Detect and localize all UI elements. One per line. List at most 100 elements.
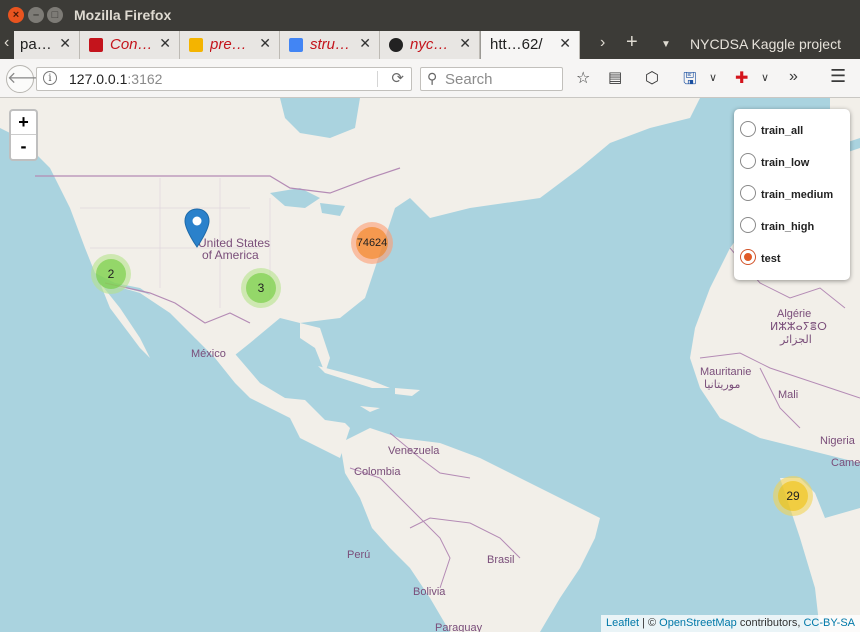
tab-active[interactable]: htt…62/ ✕ bbox=[480, 31, 580, 59]
attribution-contributors: contributors, bbox=[736, 617, 804, 629]
save-icon[interactable]: 🖫 bbox=[683, 68, 697, 95]
map-label-mali: Mali bbox=[778, 389, 799, 401]
github-icon bbox=[389, 38, 403, 52]
layer-label: train_low bbox=[761, 157, 810, 169]
window-title: Mozilla Firefox bbox=[74, 7, 172, 23]
leaflet-map[interactable]: United States of America México Venezuel… bbox=[0, 98, 860, 632]
tab-label: Con… bbox=[110, 36, 153, 53]
search-placeholder: Search bbox=[445, 71, 493, 88]
save-dropdown-icon[interactable]: ∨ bbox=[709, 71, 717, 84]
layer-label: train_all bbox=[761, 125, 804, 137]
zoom-control: + - bbox=[9, 109, 38, 161]
map-label-brasil: Brasil bbox=[487, 554, 515, 566]
map-label-mexico: México bbox=[191, 348, 226, 360]
bookmarks-list-icon[interactable]: ▤ bbox=[608, 68, 622, 86]
new-tab-button[interactable]: + bbox=[626, 31, 638, 54]
map-label-nigeria: Nigeria bbox=[820, 435, 855, 447]
tab-1[interactable]: pa… ✕ bbox=[14, 31, 80, 59]
marker-cluster[interactable]: 3 bbox=[241, 268, 281, 308]
layer-control: train_all train_low train_medium train_h… bbox=[734, 109, 850, 280]
license-link[interactable]: CC-BY-SA bbox=[803, 617, 855, 629]
tab-label: stru… bbox=[310, 36, 351, 53]
map-label-peru: Perú bbox=[347, 549, 371, 561]
tab-close-icon[interactable]: ✕ bbox=[559, 35, 571, 52]
overflow-menu-icon[interactable]: » bbox=[789, 68, 798, 86]
tab-3[interactable]: pre… ✕ bbox=[180, 31, 280, 59]
tab-5[interactable]: nyc… ✕ bbox=[380, 31, 480, 59]
tab-favicon-icon bbox=[289, 38, 303, 52]
cluster-count: 29 bbox=[778, 481, 808, 511]
cluster-count: 2 bbox=[96, 259, 126, 289]
search-input[interactable]: ⚲ Search bbox=[420, 67, 563, 91]
map-label-paraguay: Paraguay bbox=[435, 622, 483, 632]
window-project-title: NYCDSA Kaggle project bbox=[690, 36, 841, 52]
marker-cluster[interactable]: 74624 bbox=[351, 222, 393, 264]
reload-button[interactable]: ⟳ bbox=[391, 69, 404, 87]
map-label-bolivia: Bolivia bbox=[413, 586, 446, 598]
layer-radio-selected[interactable] bbox=[740, 249, 756, 265]
tab-label: pa… bbox=[20, 36, 52, 53]
cluster-count: 3 bbox=[246, 273, 276, 303]
site-info-icon[interactable]: i bbox=[43, 71, 57, 85]
tab-close-icon[interactable]: ✕ bbox=[259, 35, 271, 52]
layer-label: train_medium bbox=[761, 189, 834, 201]
search-icon: ⚲ bbox=[427, 70, 438, 86]
tab-2[interactable]: Con… ✕ bbox=[80, 31, 180, 59]
layer-radio[interactable] bbox=[740, 121, 756, 137]
navigation-toolbar: 🡐 i 127.0.0.1:3162 ⟳ ⚲ Search ☆ ▤ ⬡ 🖫 ∨ … bbox=[0, 59, 860, 98]
cluster-count: 74624 bbox=[356, 227, 388, 259]
tab-close-icon[interactable]: ✕ bbox=[459, 35, 471, 52]
tab-scroll-left-icon[interactable]: ‹ bbox=[4, 34, 9, 52]
map-label-venezuela: Venezuela bbox=[388, 445, 440, 457]
layer-radio[interactable] bbox=[740, 217, 756, 233]
map-label-mauritanie: Mauritanie bbox=[700, 366, 752, 378]
map-label-algeria-ar: الجزائر bbox=[780, 334, 812, 346]
tab-label: nyc… bbox=[410, 36, 449, 53]
map-label-usa-2: of America bbox=[202, 248, 259, 262]
window-close-button[interactable]: × bbox=[8, 7, 24, 23]
url-bar[interactable]: i 127.0.0.1:3162 ⟳ bbox=[36, 67, 412, 91]
tab-close-icon[interactable]: ✕ bbox=[59, 35, 71, 52]
layer-label: test bbox=[761, 253, 781, 265]
tab-scroll-right-icon[interactable]: › bbox=[600, 34, 605, 52]
attribution-separator: | © bbox=[639, 617, 660, 629]
url-port: :3162 bbox=[127, 71, 163, 87]
tab-list-dropdown-icon[interactable]: ▼ bbox=[661, 39, 671, 50]
marker-cluster[interactable]: 29 bbox=[773, 476, 813, 516]
layer-radio[interactable] bbox=[740, 185, 756, 201]
window-minimize-button[interactable]: – bbox=[28, 7, 44, 23]
hamburger-menu-icon[interactable]: ☰ bbox=[830, 66, 846, 87]
map-label-algeria: Algérie bbox=[777, 308, 812, 320]
leaflet-link[interactable]: Leaflet bbox=[606, 617, 639, 629]
layer-label: train_high bbox=[761, 221, 815, 233]
map-attribution: Leaflet | © OpenStreetMap contributors, … bbox=[600, 615, 860, 632]
map-label-cameroun: Came bbox=[831, 457, 860, 469]
url-host: 127.0.0.1 bbox=[69, 71, 128, 87]
map-label-algeria-tifinagh: ⵍⵣⵣⴰⵢⴻⵔ bbox=[770, 321, 827, 333]
zoom-out-button[interactable]: - bbox=[11, 135, 36, 159]
back-button[interactable]: 🡐 bbox=[6, 65, 50, 93]
tab-close-icon[interactable]: ✕ bbox=[159, 35, 171, 52]
tab-close-icon[interactable]: ✕ bbox=[359, 35, 371, 52]
map-label-colombia: Colombia bbox=[354, 466, 401, 478]
tab-favicon-icon bbox=[89, 38, 103, 52]
url-text: 127.0.0.1:3162 bbox=[69, 71, 162, 87]
window-maximize-button[interactable]: □ bbox=[47, 7, 63, 23]
window-titlebar: × – □ Mozilla Firefox bbox=[0, 0, 860, 30]
map-tiles bbox=[0, 98, 860, 632]
osm-link[interactable]: OpenStreetMap bbox=[659, 617, 737, 629]
zoom-in-button[interactable]: + bbox=[11, 111, 36, 135]
addon-icon[interactable]: ✚ bbox=[735, 68, 748, 88]
tab-4[interactable]: stru… ✕ bbox=[280, 31, 380, 59]
layer-radio[interactable] bbox=[740, 153, 756, 169]
tab-favicon-icon bbox=[189, 38, 203, 52]
pocket-icon[interactable]: ⬡ bbox=[645, 68, 659, 88]
bookmark-star-icon[interactable]: ☆ bbox=[576, 68, 590, 88]
addon-dropdown-icon[interactable]: ∨ bbox=[761, 71, 769, 84]
marker-cluster[interactable]: 2 bbox=[91, 254, 131, 294]
map-label-mauritanie-ar: موريتانيا bbox=[704, 379, 741, 391]
tab-strip: ‹ pa… ✕ Con… ✕ pre… ✕ stru… ✕ nyc… ✕ htt… bbox=[0, 30, 860, 59]
url-separator bbox=[377, 71, 378, 87]
tab-label: pre… bbox=[210, 36, 247, 53]
tab-label: htt…62/ bbox=[490, 36, 543, 53]
